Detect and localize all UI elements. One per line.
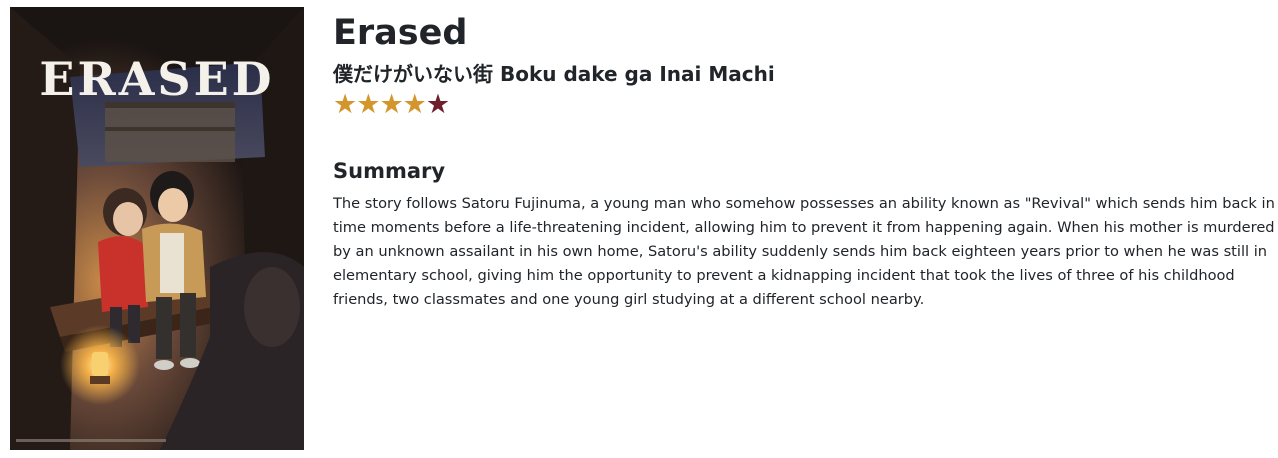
star-icon: ★ (333, 89, 357, 120)
star-icon: ★ (425, 89, 450, 120)
summary-text: The story follows Satoru Fujinuma, a you… (333, 195, 1275, 308)
page-title: Erased (333, 13, 468, 53)
show-subtitle: 僕だけがいない街 Boku dake ga Inai Machi (333, 62, 775, 86)
show-info: Erased 僕だけがいない街 Boku dake ga Inai Machi … (333, 10, 1275, 312)
show-detail-page: ERASED Erased 僕だけがいない街 Boku dake ga Inai… (0, 0, 1278, 458)
star-rating: ★★★★★ (333, 90, 1273, 120)
star-icon: ★ (402, 89, 427, 120)
poster-image: ERASED (10, 7, 304, 450)
summary-heading: Summary (333, 159, 446, 183)
star-icon: ★ (356, 89, 380, 120)
poster-logo-text: ERASED (39, 52, 274, 106)
star-icon: ★ (379, 89, 403, 120)
